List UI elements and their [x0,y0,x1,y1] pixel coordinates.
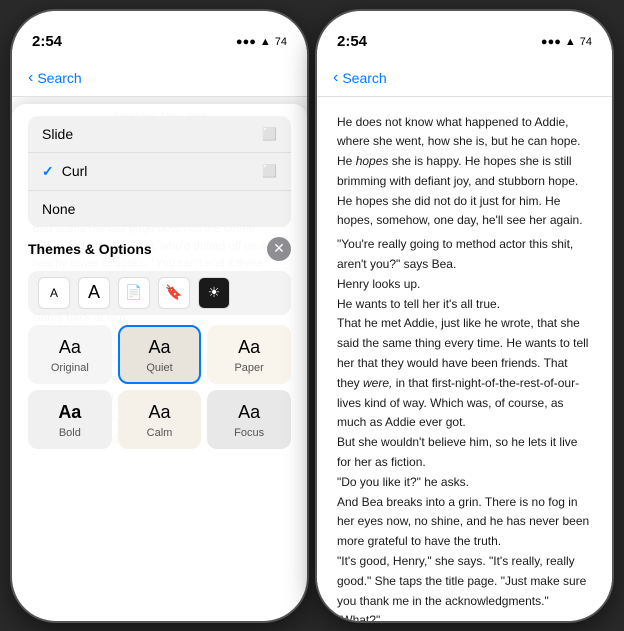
curl-icon: ⬜ [262,164,277,178]
font-decrease-button[interactable]: A [38,277,70,309]
theme-quiet[interactable]: Aa Quiet [118,325,202,384]
theme-swatches: Aa Original Aa Quiet Aa Paper Aa Bold [28,325,291,449]
status-icons-left: ●●● ▲ 74 [236,36,287,48]
font-increase-button[interactable]: A [78,277,110,309]
theme-bold[interactable]: Aa Bold [28,390,112,449]
themes-title: Themes & Options [28,241,152,257]
back-button-right[interactable]: ‹ Search [333,69,387,87]
font-style-button[interactable]: 📄 [118,277,150,309]
reading-text: He does not know what happened to Addie,… [317,97,612,621]
battery-left: 74 [275,36,287,48]
chevron-left-icon-right: ‹ [333,69,338,87]
wifi-icon-right: ▲ [565,36,576,48]
book-content-left: Brooklyn, New York March 13, 2015 II "He… [12,97,307,465]
time-left: 2:54 [32,33,62,50]
theme-paper[interactable]: Aa Paper [207,325,291,384]
chevron-left-icon: ‹ [28,69,33,87]
nav-bar-left: ‹ Search [12,61,307,97]
book-content-right: He does not know what happened to Addie,… [317,97,612,621]
reading-p7: "Do you like it?" he asks. [337,473,592,493]
wifi-icon: ▲ [260,36,271,48]
status-bar-left: 2:54 ●●● ▲ 74 [12,11,307,61]
slide-option-slide[interactable]: Slide ⬜ [28,116,291,153]
reading-p4: He wants to tell her it's all true. [337,295,592,315]
reading-p8: And Bea breaks into a grin. There is no … [337,493,592,552]
slide-label: Slide [42,126,73,142]
theme-original[interactable]: Aa Original [28,325,112,384]
status-bar-right: 2:54 ●●● ▲ 74 [317,11,612,61]
reading-p9: "It's good, Henry," she says. "It's real… [337,552,592,611]
slide-icon: ⬜ [262,127,277,141]
reading-p2: "You're really going to method actor thi… [337,235,592,275]
back-label-right: Search [342,70,386,86]
slide-option-none[interactable]: None [28,191,291,227]
font-bookmark-button[interactable]: 🔖 [158,277,190,309]
reading-p5: That he met Addie, just like he wrote, t… [337,314,592,433]
reading-p1: He does not know what happened to Addie,… [337,113,592,232]
slide-options: Slide ⬜ ✓ Curl ⬜ None [28,116,291,227]
none-label: None [42,201,75,217]
nav-bar-right: ‹ Search [317,61,612,97]
theme-calm[interactable]: Aa Calm [118,390,202,449]
theme-toggle-button[interactable]: ☀ [198,277,230,309]
signal-icon-right: ●●● [541,36,561,48]
font-controls: A A 📄 🔖 ☀ [28,271,291,315]
left-phone: 2:54 ●●● ▲ 74 ‹ Search Brooklyn, New Yor… [12,11,307,621]
time-right: 2:54 [337,33,367,50]
signal-icon: ●●● [236,36,256,48]
themes-header: Themes & Options ✕ [28,237,291,261]
back-button-left[interactable]: ‹ Search [28,69,82,87]
phones-container: 2:54 ●●● ▲ 74 ‹ Search Brooklyn, New Yor… [0,0,624,631]
status-icons-right: ●●● ▲ 74 [541,36,592,48]
battery-right: 74 [580,36,592,48]
reading-p3: Henry looks up. [337,275,592,295]
bookmark-icon: 🔖 [165,284,182,301]
close-button[interactable]: ✕ [267,237,291,261]
theme-focus[interactable]: Aa Focus [207,390,291,449]
overlay-panel: Slide ⬜ ✓ Curl ⬜ None Themes & Opt [12,104,307,465]
font-style-icon: 📄 [125,284,142,301]
slide-option-curl[interactable]: ✓ Curl ⬜ [28,153,291,191]
curl-label: Curl [62,163,88,179]
right-phone: 2:54 ●●● ▲ 74 ‹ Search He does not know … [317,11,612,621]
check-icon: ✓ [42,163,54,180]
reading-p6: But she wouldn't believe him, so he lets… [337,433,592,473]
back-label-left: Search [37,70,81,86]
theme-icon: ☀ [208,284,221,301]
reading-p10: "What?" [337,611,592,620]
